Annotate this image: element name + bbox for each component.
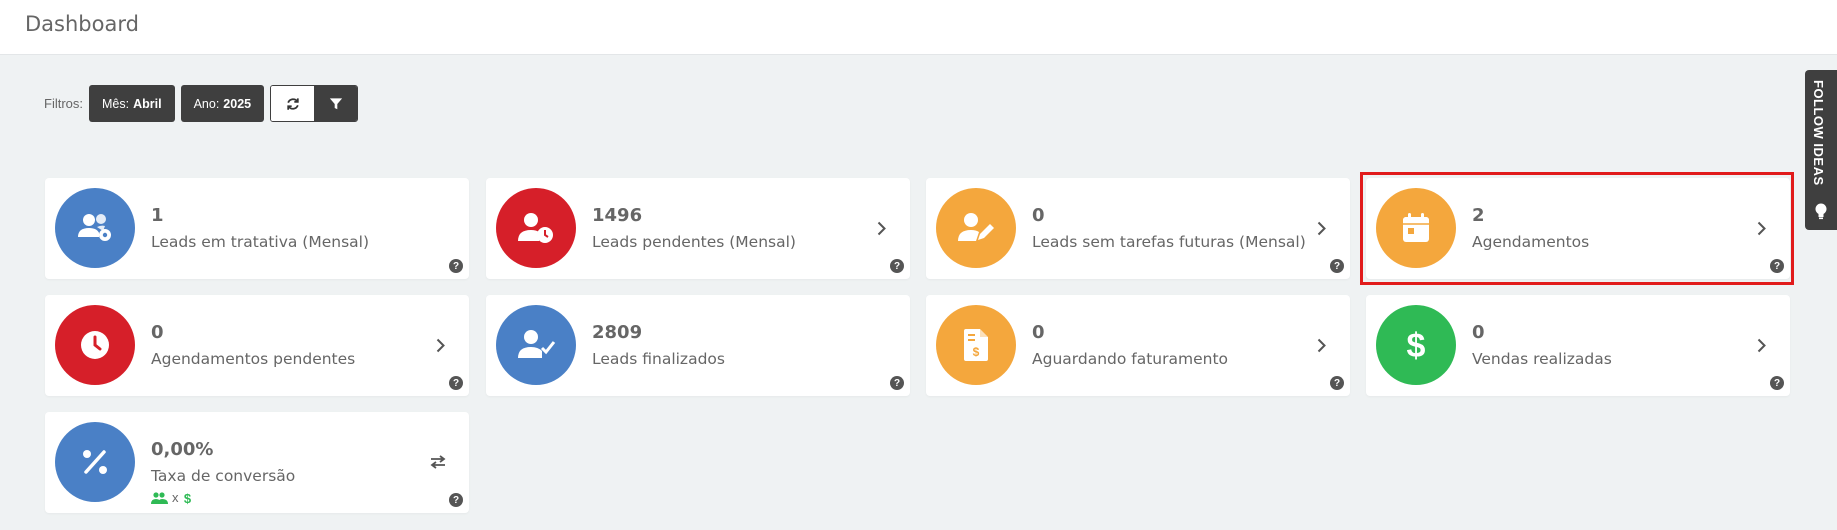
help-icon[interactable]: ? <box>449 376 463 390</box>
svg-text:$: $ <box>1407 327 1426 363</box>
help-icon[interactable]: ? <box>449 493 463 507</box>
page-title: Dashboard <box>25 12 139 36</box>
card-icon-circle <box>496 188 576 268</box>
help-icon[interactable]: ? <box>1770 376 1784 390</box>
highlight-box <box>1360 172 1794 285</box>
card-vendas-realizadas: $ 0 Vendas realizadas ? <box>1366 295 1790 396</box>
card-label: Vendas realizadas <box>1472 350 1612 368</box>
card-value: 0 <box>1472 322 1485 343</box>
card-value: 2809 <box>592 322 643 343</box>
conversion-separator: x <box>172 490 179 505</box>
card-icon-circle: $ <box>936 305 1016 385</box>
card-value: 0 <box>151 322 164 343</box>
card-taxa-de-conversao: 0,00% Taxa de conversão x $ ? <box>45 412 469 513</box>
users-icon <box>151 491 168 504</box>
card-leads-pendentes: 1496 Leads pendentes (Mensal) ? <box>486 178 910 279</box>
chevron-right-icon[interactable] <box>1314 218 1328 238</box>
svg-text:$: $ <box>973 345 980 359</box>
conversion-formula: x $ <box>151 490 192 505</box>
card-label: Leads em tratativa (Mensal) <box>151 233 370 251</box>
year-filter-label: Ano: <box>193 96 220 111</box>
card-value: 0 <box>1032 322 1045 343</box>
filter-button[interactable] <box>314 86 358 121</box>
card-value: 0 <box>1032 205 1045 226</box>
card-agendamentos-pendentes: 0 Agendamentos pendentes ? <box>45 295 469 396</box>
help-icon[interactable]: ? <box>890 259 904 273</box>
card-label: Taxa de conversão <box>151 467 296 485</box>
card-value: 0,00% <box>151 439 214 460</box>
refresh-button[interactable] <box>271 86 315 121</box>
card-icon-circle: $ <box>1376 305 1456 385</box>
user-check-icon <box>518 330 556 358</box>
dollar-icon: $ <box>1407 327 1426 363</box>
percent-icon <box>83 450 107 474</box>
card-leads-em-tratativa: 1 Leads em tratativa (Mensal) ? <box>45 178 469 279</box>
help-icon[interactable]: ? <box>890 376 904 390</box>
refresh-icon <box>286 97 299 110</box>
invoice-dollar-icon: $ <box>964 329 988 361</box>
follow-ideas-side-tab[interactable]: FOLLOW IDEAS <box>1805 70 1837 230</box>
card-label: Aguardando faturamento <box>1032 350 1229 368</box>
lightbulb-icon <box>1815 203 1827 220</box>
filters-label: Filtros: <box>44 96 83 111</box>
month-filter-value: Abril <box>133 96 162 111</box>
svg-text:$: $ <box>183 491 191 505</box>
clock-icon <box>81 331 109 359</box>
help-icon[interactable]: ? <box>1330 259 1344 273</box>
help-icon[interactable]: ? <box>449 259 463 273</box>
card-icon-circle <box>55 305 135 385</box>
top-bar: Dashboard <box>0 0 1837 55</box>
chevron-right-icon[interactable] <box>1314 335 1328 355</box>
card-icon-circle <box>496 305 576 385</box>
card-label: Agendamentos pendentes <box>151 350 356 368</box>
chevron-right-icon[interactable] <box>433 335 447 355</box>
card-label: Leads finalizados <box>592 350 725 368</box>
side-tab-label: FOLLOW IDEAS <box>1811 80 1826 186</box>
users-gear-icon <box>78 214 111 241</box>
card-icon-circle <box>55 188 135 268</box>
year-filter-chip[interactable]: Ano: 2025 <box>180 85 265 122</box>
card-icon-circle <box>55 422 135 502</box>
card-label: Leads sem tarefas futuras (Mensal) <box>1032 233 1306 251</box>
year-filter-value: 2025 <box>223 96 252 111</box>
chevron-right-icon[interactable] <box>874 218 888 238</box>
user-clock-icon <box>518 213 553 243</box>
card-label: Leads pendentes (Mensal) <box>592 233 796 251</box>
help-icon[interactable]: ? <box>1330 376 1344 390</box>
month-filter-chip[interactable]: Mês: Abril <box>89 85 175 122</box>
filter-icon <box>329 97 342 109</box>
month-filter-label: Mês: <box>102 96 130 111</box>
chevron-right-icon[interactable] <box>1754 335 1768 355</box>
dollar-icon: $ <box>183 491 191 505</box>
card-leads-finalizados: 2809 Leads finalizados ? <box>486 295 910 396</box>
card-value: 1496 <box>592 205 643 226</box>
card-leads-sem-tarefas: 0 Leads sem tarefas futuras (Mensal) ? <box>926 178 1350 279</box>
card-icon-circle <box>936 188 1016 268</box>
card-aguardando-faturamento: $ 0 Aguardando faturamento ? <box>926 295 1350 396</box>
filter-actions <box>270 85 359 122</box>
exchange-icon[interactable] <box>429 452 447 472</box>
user-pen-icon <box>958 213 994 241</box>
card-value: 1 <box>151 205 164 226</box>
filters-bar: Filtros: Mês: Abril Ano: 2025 <box>44 85 359 122</box>
